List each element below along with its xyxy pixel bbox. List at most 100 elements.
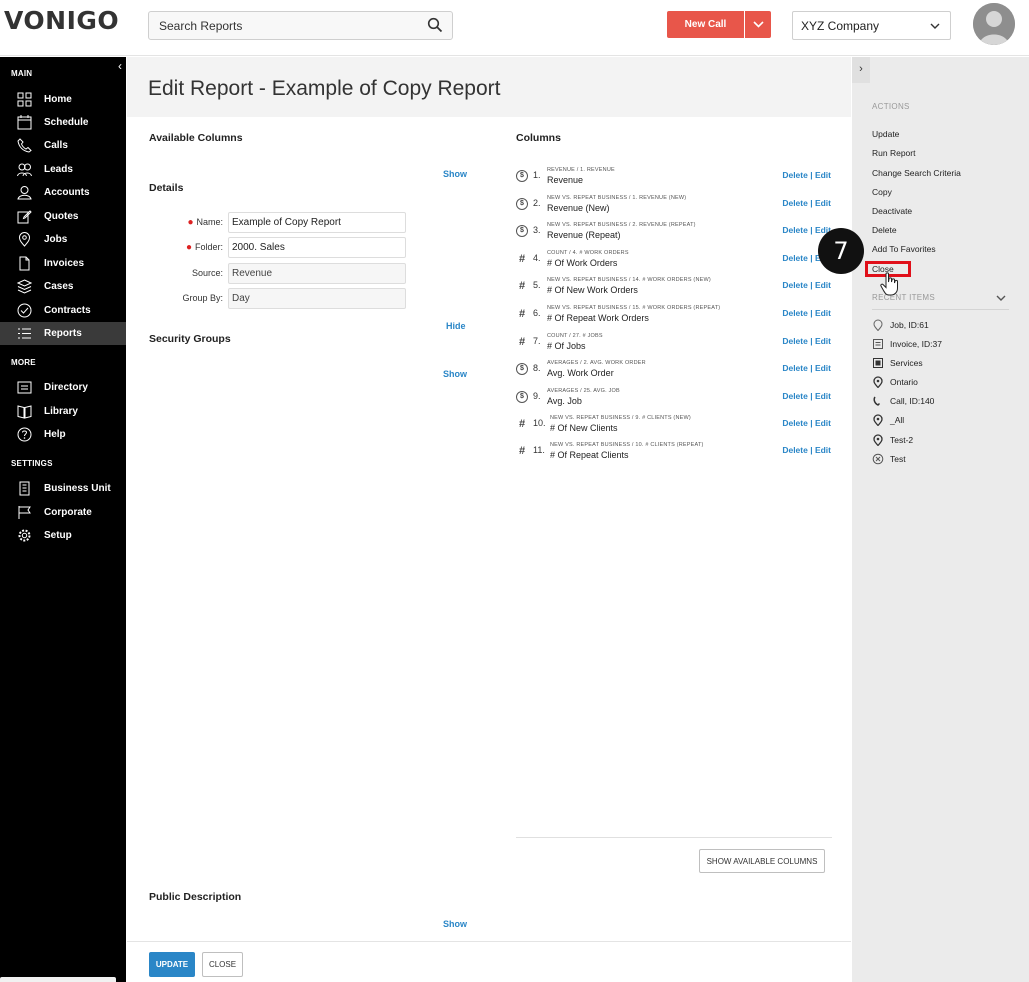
available-columns-show-link[interactable]: Show xyxy=(443,169,467,179)
columns-heading: Columns xyxy=(516,132,561,144)
sidebar-item-home[interactable]: Home xyxy=(0,88,126,111)
sidebar-item-label: Reports xyxy=(44,328,82,339)
sidebar-item-label: Cases xyxy=(44,281,74,292)
sidebar-item-invoices[interactable]: Invoices xyxy=(0,252,126,275)
column-row: $ 1. REVENUE / 1. REVENUE Revenue Delete… xyxy=(515,167,833,194)
sidebar-item-help[interactable]: Help xyxy=(0,423,126,446)
action-run-report[interactable]: Run Report xyxy=(872,148,915,158)
sidebar-collapse-icon[interactable]: ‹ xyxy=(118,59,122,73)
column-number: 10. xyxy=(533,418,546,428)
name-field[interactable] xyxy=(228,212,406,233)
delete-edit-links[interactable]: Delete | Edit xyxy=(782,445,831,455)
action-copy[interactable]: Copy xyxy=(872,187,892,197)
hash-icon: # xyxy=(518,253,526,265)
search-input[interactable] xyxy=(149,12,419,39)
new-call-split-button: New Call xyxy=(667,11,771,38)
new-call-button[interactable]: New Call xyxy=(667,11,744,38)
document-icon xyxy=(19,256,30,271)
column-row: # 10. NEW VS. REPEAT BUSINESS / 9. # CLI… xyxy=(515,415,833,442)
help-icon xyxy=(17,427,32,442)
close-button[interactable]: CLOSE xyxy=(202,952,243,977)
sidebar-item-calls[interactable]: Calls xyxy=(0,134,126,157)
update-button[interactable]: UPDATE xyxy=(149,952,195,977)
public-description-show-link[interactable]: Show xyxy=(443,919,467,929)
sidebar-item-setup[interactable]: Setup xyxy=(0,524,126,547)
show-available-columns-button[interactable]: SHOW AVAILABLE COLUMNS xyxy=(699,849,825,873)
details-hide-link[interactable]: Hide xyxy=(446,321,466,331)
sidebar-item-label: Help xyxy=(44,429,66,440)
hand-cursor-icon xyxy=(880,272,898,296)
column-number: 1. xyxy=(533,170,541,180)
action-delete[interactable]: Delete xyxy=(872,225,897,235)
column-name: Revenue xyxy=(547,175,584,185)
layers-icon xyxy=(17,279,32,294)
company-select-value: XYZ Company xyxy=(801,19,880,33)
chevron-down-icon[interactable] xyxy=(996,294,1006,302)
sidebar-item-jobs[interactable]: Jobs xyxy=(0,228,126,251)
column-row: # 11. NEW VS. REPEAT BUSINESS / 10. # CL… xyxy=(515,442,833,469)
sidebar-item-quotes[interactable]: Quotes xyxy=(0,205,126,228)
required-icon: ● xyxy=(185,242,192,253)
name-label: ● Name: xyxy=(187,217,223,228)
column-row: # 6. NEW VS. REPEAT BUSINESS / 15. # WOR… xyxy=(515,305,833,332)
sidebar-item-corporate[interactable]: Corporate xyxy=(0,501,126,524)
avatar[interactable] xyxy=(973,3,1015,45)
column-path: NEW VS. REPEAT BUSINESS / 9. # CLIENTS (… xyxy=(550,415,691,421)
action-change-search-criteria[interactable]: Change Search Criteria xyxy=(872,168,961,178)
security-groups-show-link[interactable]: Show xyxy=(443,369,467,379)
sidebar-item-schedule[interactable]: Schedule xyxy=(0,111,126,134)
panel-toggle-icon[interactable]: › xyxy=(852,57,870,83)
company-select[interactable]: XYZ Company xyxy=(792,11,951,40)
check-circle-icon xyxy=(17,303,32,318)
delete-edit-links[interactable]: Delete | Edit xyxy=(782,198,831,208)
sidebar-item-contracts[interactable]: Contracts xyxy=(0,299,126,322)
recent-item-label: Services xyxy=(890,358,923,368)
source-field xyxy=(228,263,406,284)
column-path: AVERAGES / 25. AVG. JOB xyxy=(547,388,620,394)
action-deactivate[interactable]: Deactivate xyxy=(872,206,912,216)
group-by-label: Group By: xyxy=(182,293,223,303)
public-description-heading: Public Description xyxy=(149,891,242,903)
step-badge: 7 xyxy=(818,228,864,274)
sidebar-item-cases[interactable]: Cases xyxy=(0,275,126,298)
delete-edit-links[interactable]: Delete | Edit xyxy=(782,280,831,290)
section-more: MORE xyxy=(11,358,36,367)
delete-edit-links[interactable]: Delete | Edit xyxy=(782,363,831,373)
recent-item-label: Test-2 xyxy=(890,435,914,445)
folder-field[interactable] xyxy=(228,237,406,258)
delete-edit-links[interactable]: Delete | Edit xyxy=(782,308,831,318)
delete-edit-links[interactable]: Delete | Edit xyxy=(782,418,831,428)
sidebar-item-directory[interactable]: Directory xyxy=(0,376,126,399)
delete-edit-links[interactable]: Delete | Edit xyxy=(782,336,831,346)
delete-edit-links[interactable]: Delete | Edit xyxy=(782,170,831,180)
column-path: AVERAGES / 2. AVG. WORK ORDER xyxy=(547,360,646,366)
recent-item-label: _All xyxy=(890,415,905,425)
sidebar-item-accounts[interactable]: Accounts xyxy=(0,181,126,204)
new-call-dropdown-button[interactable] xyxy=(744,11,771,38)
hash-icon: # xyxy=(518,445,526,457)
recent-item-label: Call, ID:140 xyxy=(890,396,935,406)
sidebar-item-label: Setup xyxy=(44,530,72,541)
delete-edit-links[interactable]: Delete | Edit xyxy=(782,225,831,235)
search-icon[interactable] xyxy=(427,17,443,33)
sidebar-item-business-unit[interactable]: Business Unit xyxy=(0,477,126,500)
sidebar-item-label: Quotes xyxy=(44,211,79,222)
action-update[interactable]: Update xyxy=(872,129,899,139)
vonigo-logo[interactable]: VONIGO xyxy=(4,6,119,35)
sidebar-item-label: Calls xyxy=(44,140,68,151)
currency-icon: $ xyxy=(516,391,528,403)
currency-icon: $ xyxy=(516,198,528,210)
section-main: MAIN xyxy=(11,69,33,78)
column-name: # Of Jobs xyxy=(547,341,586,351)
sidebar-item-reports[interactable]: Reports xyxy=(0,322,126,345)
column-name: Avg. Work Order xyxy=(547,368,614,378)
sidebar-item-leads[interactable]: Leads xyxy=(0,158,126,181)
search-box[interactable] xyxy=(148,11,453,40)
delete-edit-links[interactable]: Delete | Edit xyxy=(782,391,831,401)
sidebar-item-label: Leads xyxy=(44,164,73,175)
section-settings: SETTINGS xyxy=(11,459,53,468)
group-by-field xyxy=(228,288,406,309)
book-icon xyxy=(17,405,32,419)
action-add-to-favorites[interactable]: Add To Favorites xyxy=(872,244,936,254)
sidebar-item-library[interactable]: Library xyxy=(0,400,126,423)
